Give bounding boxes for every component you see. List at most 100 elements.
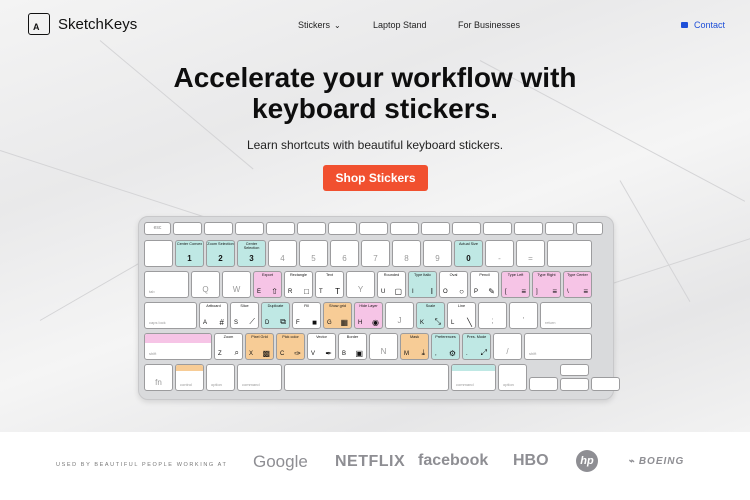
key-cap-label: 2 [218, 254, 223, 263]
shop-stickers-button[interactable]: Shop Stickers [323, 165, 428, 191]
modifier-key: command [237, 364, 282, 391]
keyboard-illustration: esc Center Convex 1 Zoom Selection 2 Center S… [138, 216, 620, 400]
arrow-down-key [560, 378, 589, 391]
modifier-key: command [451, 364, 496, 391]
nav-item-laptop-stand[interactable]: Laptop Stand [373, 20, 427, 30]
key-cap-label: fn [155, 378, 162, 387]
function-key [545, 222, 574, 235]
title-line-1: Accelerate your workflow with [173, 62, 577, 93]
logo-mark-icon: A [28, 13, 50, 35]
brand-logo-netflix: NETFLIX [335, 453, 406, 470]
key-cap-label: E [257, 289, 262, 295]
key-cap-label: option [211, 382, 222, 387]
key-shortcut-icon: ◉ [372, 318, 379, 327]
function-key [514, 222, 543, 235]
key-cap-label: W [232, 285, 241, 294]
hero-subtitle: Learn shortcuts with beautiful keyboard … [246, 138, 504, 152]
key: Center Selection 3 [237, 240, 266, 267]
key-shortcut-label: Border [346, 335, 359, 339]
key: Type Left ≡ [ [501, 271, 530, 298]
key-cap-label: esc [153, 225, 162, 231]
key: Zoom Selection 2 [206, 240, 235, 267]
key-cap-label: ; [491, 316, 494, 325]
key-cap-label: tab [149, 289, 155, 294]
key: 4 [268, 240, 297, 267]
key: Vector ✒ V [307, 333, 336, 360]
key-shortcut-label: Vector [316, 335, 327, 339]
key-cap-label: I [412, 289, 414, 295]
top-nav: A SketchKeys Stickers ⌄ Laptop Stand For… [0, 0, 750, 52]
key-cap-label: ] [536, 289, 538, 295]
used-by-label: USED BY BEAUTIFUL PEOPLE WORKING AT [56, 462, 228, 468]
nav-item-for-businesses[interactable]: For Businesses [458, 20, 520, 30]
nav-item-stickers[interactable]: Stickers ⌄ [298, 20, 341, 30]
key-cap-label: 8 [404, 254, 409, 263]
key-shortcut-icon: ╲ [467, 318, 472, 327]
key-shortcut-icon: ▩ [262, 349, 270, 358]
key-cap-label: O [443, 289, 448, 295]
key-shortcut-icon: ≡ [521, 287, 526, 296]
key: Rectangle □ R [284, 271, 313, 298]
key-shortcut-icon: ▦ [340, 318, 348, 327]
key-shortcut-icon: ■ [312, 318, 317, 327]
function-key [576, 222, 603, 235]
brand-logo[interactable]: A SketchKeys [28, 13, 137, 35]
key: N [369, 333, 398, 360]
modifier-key: option [498, 364, 527, 391]
key: 7 [361, 240, 390, 267]
key: Pixel Grid ▩ X [245, 333, 274, 360]
key: Pencil ✎ P [470, 271, 499, 298]
key-cap-label: option [503, 382, 514, 387]
key-cap-label: T [319, 289, 323, 295]
hero-section: A SketchKeys Stickers ⌄ Laptop Stand For… [0, 0, 750, 432]
key-shortcut-label: Export [262, 273, 273, 277]
key: - [485, 240, 514, 267]
key-shortcut-icon: T [335, 287, 340, 296]
nav-item-label: Laptop Stand [373, 20, 427, 30]
key-cap-label: Q [202, 285, 209, 294]
key: ; [478, 302, 507, 329]
title-line-2: keyboard stickers. [252, 93, 498, 124]
key-cap-label: [ [505, 289, 507, 295]
modifier-key: fn [144, 364, 173, 391]
function-key [452, 222, 481, 235]
key: Text T T [315, 271, 344, 298]
key-shortcut-icon: ⇧ [271, 287, 278, 296]
key-shortcut-icon: # [219, 318, 224, 327]
hp-text: hp [580, 455, 594, 467]
space-bar [284, 364, 449, 391]
contact-link[interactable]: Contact [681, 20, 725, 30]
key: Type Center ≡ \ [563, 271, 592, 298]
function-key [266, 222, 295, 235]
contact-label: Contact [694, 20, 726, 30]
modifier-key: option [206, 364, 235, 391]
key-shortcut-label: Rounded [383, 273, 400, 277]
key-shortcut-label: Type Center [567, 273, 588, 277]
key-shortcut-label: Preferences [435, 335, 456, 339]
key-cap-label: D [265, 320, 270, 326]
key-shortcut-icon: I [430, 287, 433, 296]
key-cap-label: 5 [311, 254, 316, 263]
key: Border ▣ B [338, 333, 367, 360]
boeing-text: BOEING [638, 456, 685, 467]
key-shortcut-label: Pixel Grid [251, 335, 268, 339]
key: caps lock [144, 302, 197, 329]
key-shortcut-label: Fill [304, 304, 309, 308]
key-shortcut-icon: ✑ [294, 349, 301, 358]
key-cap-label: F [296, 320, 300, 326]
key-cap-label: / [506, 347, 509, 356]
key-cap-label: 1 [187, 254, 192, 263]
key-shortcut-label: Duplicate [267, 304, 284, 308]
key-shortcut-icon: ⧉ [280, 317, 286, 326]
key: Type Right ≡] [532, 271, 561, 298]
shift-sticker [145, 334, 211, 343]
key-shortcut-label: Artboard [206, 304, 221, 308]
key: Duplicate ⧉ D [261, 302, 290, 329]
arrow-up-key [560, 364, 589, 376]
function-key [390, 222, 419, 235]
boeing-swoosh-icon: ⌁ [628, 456, 639, 467]
key-shortcut-icon: ≡ [552, 287, 557, 296]
brand-logo-google: Google [253, 452, 308, 471]
key-shortcut-label: Line [457, 304, 466, 308]
key-shortcut-label: Scale [425, 304, 436, 308]
